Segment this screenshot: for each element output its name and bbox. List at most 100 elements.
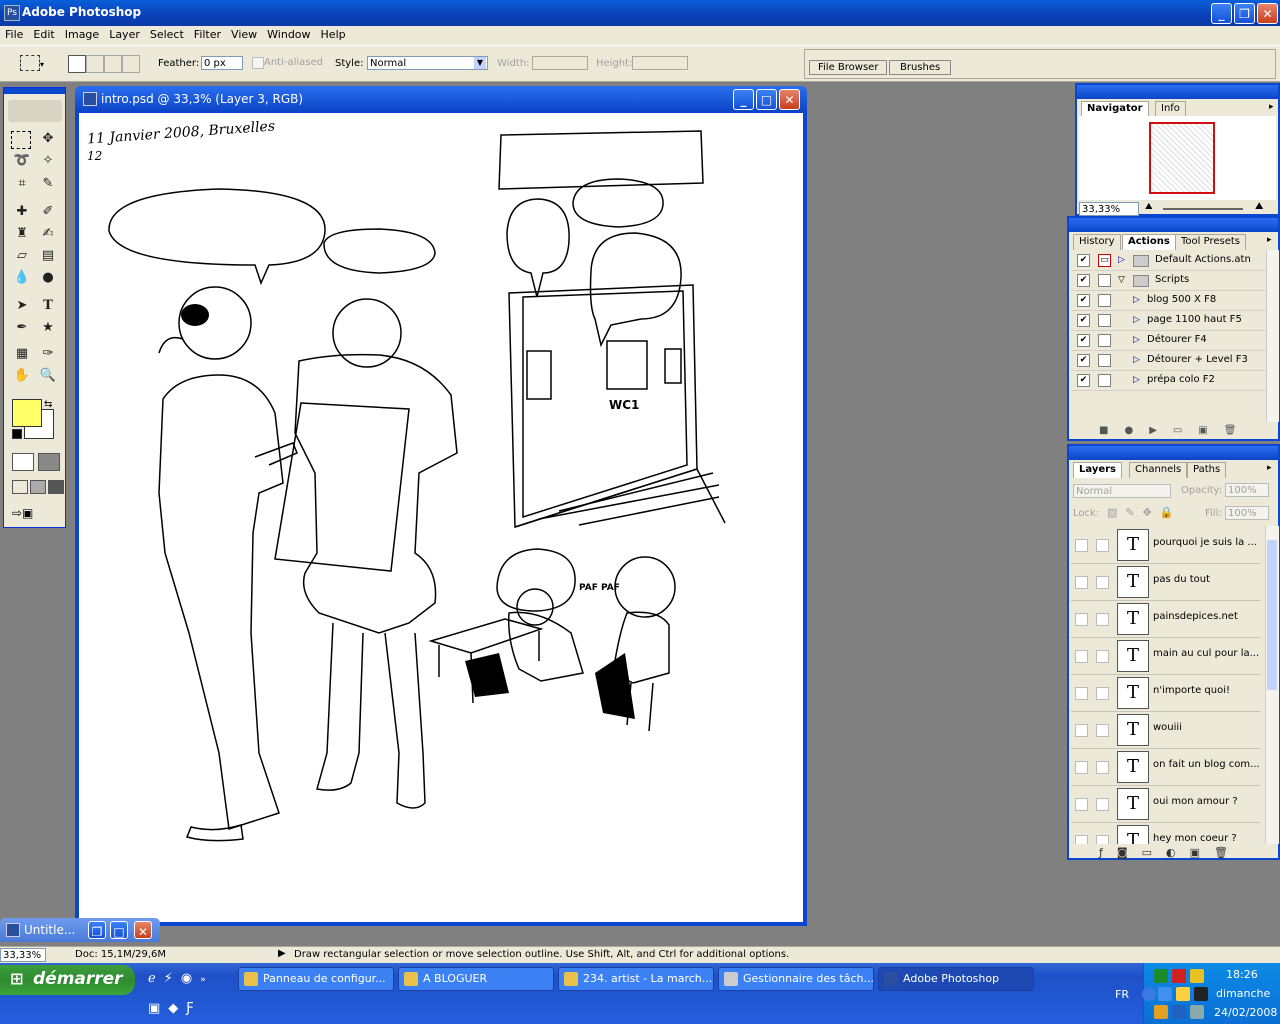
expand-triangle-icon[interactable]: ▷ xyxy=(1133,330,1140,350)
expand-triangle-icon[interactable]: ▷ xyxy=(1118,250,1125,270)
lock-pixels-icon[interactable]: ✎ xyxy=(1125,506,1142,519)
status-doc-size[interactable]: Doc: 15,1M/29,6M xyxy=(75,949,166,960)
action-toggle-checkbox[interactable]: ✔ xyxy=(1077,274,1090,287)
play-icon[interactable]: ▶ xyxy=(1149,425,1173,436)
layer-row[interactable]: They mon coeur ? xyxy=(1071,822,1261,844)
action-row[interactable]: ✔ ▷ page 1100 haut F5 xyxy=(1071,310,1266,331)
menu-image[interactable]: Image xyxy=(60,26,104,43)
new-group-icon[interactable]: ▭ xyxy=(1142,846,1166,859)
height-input[interactable] xyxy=(632,56,688,70)
stop-icon[interactable]: ■ xyxy=(1099,425,1124,436)
brush-tool-icon[interactable]: ✐ xyxy=(37,202,59,222)
well-tab-file-browser[interactable]: File Browser xyxy=(809,60,888,75)
restore-icon[interactable]: ❐ xyxy=(88,921,106,939)
doc-maximize-button[interactable]: □ xyxy=(756,89,777,110)
close-button[interactable]: ✕ xyxy=(1257,3,1278,24)
menu-select[interactable]: Select xyxy=(145,26,189,43)
quick-mask-icon[interactable] xyxy=(38,453,60,471)
tab-channels[interactable]: Channels xyxy=(1129,462,1188,478)
tab-actions[interactable]: Actions xyxy=(1122,234,1176,250)
navigator-view-box[interactable] xyxy=(1149,122,1215,194)
menu-help[interactable]: Help xyxy=(316,26,351,43)
close-icon[interactable]: ✕ xyxy=(134,921,152,939)
tray-checker-icon[interactable] xyxy=(1194,987,1208,1001)
screen-mode-full-icon[interactable] xyxy=(48,480,64,494)
tab-info[interactable]: Info xyxy=(1155,101,1186,117)
doc-close-button[interactable]: ✕ xyxy=(779,89,800,110)
new-layer-icon[interactable]: ▣ xyxy=(1190,846,1214,859)
style-select[interactable]: Normal ▼ xyxy=(367,56,488,70)
action-toggle-checkbox[interactable]: ✔ xyxy=(1077,354,1090,367)
trash-icon[interactable]: 🗑 xyxy=(1224,425,1253,436)
link-toggle[interactable] xyxy=(1096,798,1109,811)
link-toggle[interactable] xyxy=(1096,761,1109,774)
layer-row[interactable]: Tmain au cul pour la... xyxy=(1071,637,1261,675)
link-toggle[interactable] xyxy=(1096,835,1109,844)
dialog-toggle-icon[interactable]: ▭ xyxy=(1098,254,1111,267)
status-zoom-input[interactable]: 33,33% xyxy=(0,948,46,962)
language-indicator[interactable]: FR xyxy=(1115,988,1129,1001)
layer-mask-icon[interactable]: ◙ xyxy=(1117,846,1142,859)
subtract-selection-icon[interactable] xyxy=(104,55,122,73)
slice-tool-icon[interactable]: ✎ xyxy=(37,174,59,194)
menu-layer[interactable]: Layer xyxy=(104,26,145,43)
gradient-tool-icon[interactable]: ▤ xyxy=(37,246,59,266)
layer-row[interactable]: Tpourquoi je suis la ... xyxy=(1071,526,1261,564)
clock-time[interactable]: 18:26 xyxy=(1226,968,1258,981)
minimize-button[interactable]: _ xyxy=(1211,3,1232,24)
action-row[interactable]: ✔ ▷ prépa colo F2 xyxy=(1071,370,1266,391)
expand-triangle-icon[interactable]: ▷ xyxy=(1133,350,1140,370)
move-tool-icon[interactable]: ✥ xyxy=(37,129,59,149)
crop-tool-icon[interactable]: ⌗ xyxy=(11,174,33,194)
magic-wand-tool-icon[interactable]: ✧ xyxy=(37,151,59,171)
visibility-toggle[interactable] xyxy=(1075,576,1088,589)
taskbar-button-a-bloguer[interactable]: A BLOGUER xyxy=(398,967,554,991)
tray-app-icon[interactable] xyxy=(1154,969,1168,983)
lock-position-icon[interactable]: ✥ xyxy=(1143,506,1160,519)
type-tool-icon[interactable]: T xyxy=(37,296,59,316)
taskbar-button-photoshop[interactable]: Adobe Photoshop xyxy=(878,967,1034,991)
visibility-toggle[interactable] xyxy=(1075,798,1088,811)
palette-menu-icon[interactable]: ▸ xyxy=(1267,235,1272,245)
link-toggle[interactable] xyxy=(1096,650,1109,663)
lock-all-icon[interactable]: 🔒 xyxy=(1160,506,1182,519)
menu-file[interactable]: File xyxy=(0,26,28,43)
menu-edit[interactable]: Edit xyxy=(28,26,59,43)
network-icon[interactable] xyxy=(1158,987,1172,1001)
navigator-zoom-input[interactable]: 33,33% xyxy=(1079,202,1139,216)
dialog-toggle-icon[interactable] xyxy=(1098,274,1111,287)
expand-triangle-icon[interactable]: ▷ xyxy=(1133,310,1140,330)
winamp-tray-icon[interactable] xyxy=(1154,1005,1168,1019)
bluetooth-icon[interactable] xyxy=(1176,987,1190,1001)
record-icon[interactable]: ● xyxy=(1124,425,1149,436)
menu-filter[interactable]: Filter xyxy=(189,26,226,43)
action-row[interactable]: ✔ ▭ ▷ Default Actions.atn xyxy=(1071,250,1266,271)
layer-row[interactable]: Twouiii xyxy=(1071,711,1261,749)
filezilla-icon[interactable]: Ƒ xyxy=(186,1001,201,1016)
dialog-toggle-icon[interactable] xyxy=(1098,314,1111,327)
action-row[interactable]: ✔ ▷ blog 500 X F8 xyxy=(1071,290,1266,311)
action-toggle-checkbox[interactable]: ✔ xyxy=(1077,374,1090,387)
add-selection-icon[interactable] xyxy=(86,55,104,73)
expand-triangle-icon[interactable]: ▷ xyxy=(1133,290,1140,310)
collapse-triangle-icon[interactable]: ▽ xyxy=(1118,270,1125,290)
layer-style-icon[interactable]: ƒ xyxy=(1099,846,1117,859)
eraser-tool-icon[interactable]: ▱ xyxy=(11,246,33,266)
messenger-icon[interactable]: ◆ xyxy=(168,1001,186,1016)
maximize-icon[interactable]: □ xyxy=(110,921,128,939)
blur-tool-icon[interactable]: 💧 xyxy=(11,268,33,288)
start-button[interactable]: ⊞ démarrer xyxy=(0,965,135,995)
chevron-right-icon[interactable]: » xyxy=(200,975,214,985)
layers-scrollbar[interactable] xyxy=(1265,526,1279,844)
tray-antivirus-icon[interactable] xyxy=(1172,969,1186,983)
layer-row[interactable]: Tpainsdepices.net xyxy=(1071,600,1261,638)
dialog-toggle-icon[interactable] xyxy=(1098,334,1111,347)
action-toggle-checkbox[interactable]: ✔ xyxy=(1077,254,1090,267)
width-input[interactable] xyxy=(532,56,588,70)
feather-input[interactable]: 0 px xyxy=(201,56,243,70)
zoom-tool-icon[interactable]: 🔍 xyxy=(37,366,59,386)
action-toggle-checkbox[interactable]: ✔ xyxy=(1077,334,1090,347)
chevron-down-icon[interactable]: ▾ xyxy=(40,60,44,69)
antialiased-checkbox[interactable] xyxy=(252,57,264,69)
actions-scrollbar[interactable] xyxy=(1266,250,1279,422)
